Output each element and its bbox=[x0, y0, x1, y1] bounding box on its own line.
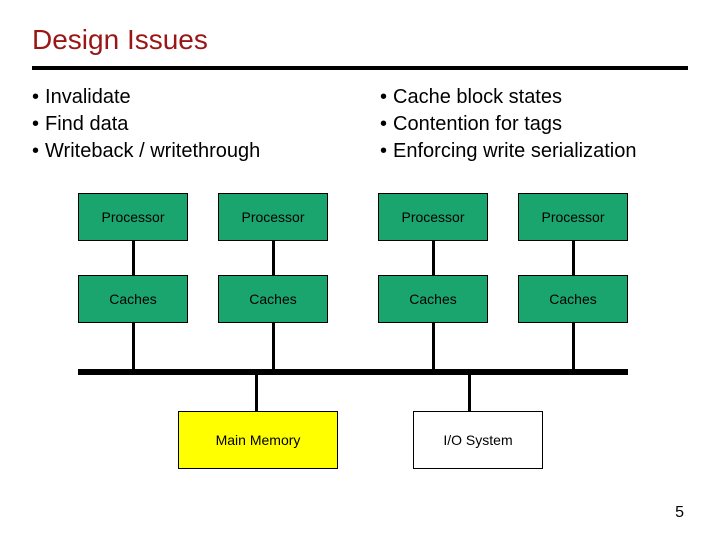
bullet-dot-icon: • bbox=[32, 84, 39, 111]
bullet-text: Cache block states bbox=[393, 84, 562, 111]
bullet-text: Contention for tags bbox=[393, 111, 562, 138]
bullet-item: •Contention for tags bbox=[380, 111, 688, 138]
connector-line bbox=[432, 323, 435, 369]
page-title: Design Issues bbox=[32, 24, 688, 56]
connector-line bbox=[132, 323, 135, 369]
connector-line bbox=[132, 241, 135, 275]
caches-box: Caches bbox=[78, 275, 188, 323]
bullets-right: •Cache block states •Contention for tags… bbox=[380, 84, 688, 165]
bus-line bbox=[78, 369, 628, 375]
box-label: Processor bbox=[241, 209, 304, 225]
bullet-item: •Cache block states bbox=[380, 84, 688, 111]
bullet-item: •Invalidate bbox=[32, 84, 340, 111]
connector-line bbox=[572, 241, 575, 275]
bullet-text: Writeback / writethrough bbox=[45, 138, 260, 165]
processor-box: Processor bbox=[218, 193, 328, 241]
bullet-text: Invalidate bbox=[45, 84, 131, 111]
io-system-box: I/O System bbox=[413, 411, 543, 469]
caches-box: Caches bbox=[378, 275, 488, 323]
box-label: Caches bbox=[549, 291, 596, 307]
bullets-left: •Invalidate •Find data •Writeback / writ… bbox=[32, 84, 340, 165]
box-label: Caches bbox=[409, 291, 456, 307]
box-label: Caches bbox=[109, 291, 156, 307]
connector-line bbox=[468, 375, 471, 411]
processor-box: Processor bbox=[78, 193, 188, 241]
bullet-text: Find data bbox=[45, 111, 128, 138]
processor-box: Processor bbox=[518, 193, 628, 241]
processor-box: Processor bbox=[378, 193, 488, 241]
connector-line bbox=[272, 241, 275, 275]
bullet-text: Enforcing write serialization bbox=[393, 138, 636, 165]
bullet-dot-icon: • bbox=[380, 138, 387, 165]
bullet-dot-icon: • bbox=[32, 138, 39, 165]
bullet-item: •Enforcing write serialization bbox=[380, 138, 688, 165]
connector-line bbox=[255, 375, 258, 411]
box-label: I/O System bbox=[443, 432, 512, 448]
bullet-dot-icon: • bbox=[380, 84, 387, 111]
bullet-columns: •Invalidate •Find data •Writeback / writ… bbox=[32, 84, 688, 165]
connector-line bbox=[272, 323, 275, 369]
caches-box: Caches bbox=[218, 275, 328, 323]
bullet-dot-icon: • bbox=[380, 111, 387, 138]
box-label: Main Memory bbox=[216, 432, 301, 448]
connector-line bbox=[432, 241, 435, 275]
title-rule bbox=[32, 66, 688, 70]
architecture-diagram: Processor Processor Processor Processor … bbox=[38, 193, 678, 493]
connector-line bbox=[572, 323, 575, 369]
bullet-item: •Writeback / writethrough bbox=[32, 138, 340, 165]
box-label: Processor bbox=[401, 209, 464, 225]
page-number: 5 bbox=[675, 504, 684, 522]
box-label: Processor bbox=[541, 209, 604, 225]
box-label: Caches bbox=[249, 291, 296, 307]
bullet-item: •Find data bbox=[32, 111, 340, 138]
box-label: Processor bbox=[101, 209, 164, 225]
caches-box: Caches bbox=[518, 275, 628, 323]
main-memory-box: Main Memory bbox=[178, 411, 338, 469]
bullet-dot-icon: • bbox=[32, 111, 39, 138]
